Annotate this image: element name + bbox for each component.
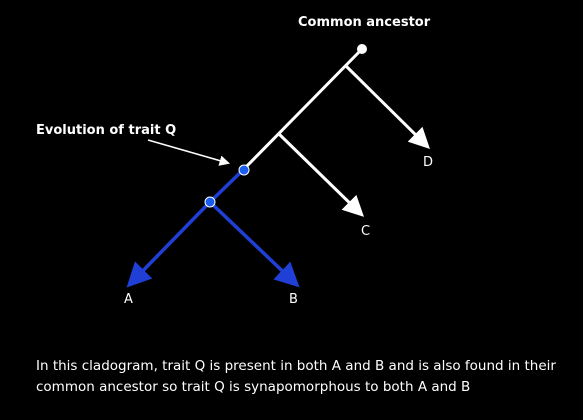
- common-ancestor-label: Common ancestor: [298, 15, 431, 30]
- main-stem: [241, 47, 364, 172]
- common-ancestor-node: [357, 44, 367, 54]
- branch-d: [344, 64, 430, 149]
- ab-ancestor-node: [204, 196, 216, 208]
- trait-q-node: [238, 164, 250, 176]
- branch-a: [126, 200, 212, 288]
- taxon-c-label: C: [361, 224, 370, 239]
- branch-b: [208, 200, 300, 288]
- trait-q-pointer: [147, 139, 231, 166]
- taxon-d-label: D: [423, 155, 433, 170]
- trait-q-stem: [208, 168, 245, 204]
- taxon-b-label: B: [289, 292, 298, 307]
- taxon-a-label: A: [124, 292, 133, 307]
- cladogram-caption: In this cladogram, trait Q is present in…: [36, 358, 556, 395]
- trait-q-label: Evolution of trait Q: [36, 123, 176, 138]
- branch-c: [277, 132, 365, 217]
